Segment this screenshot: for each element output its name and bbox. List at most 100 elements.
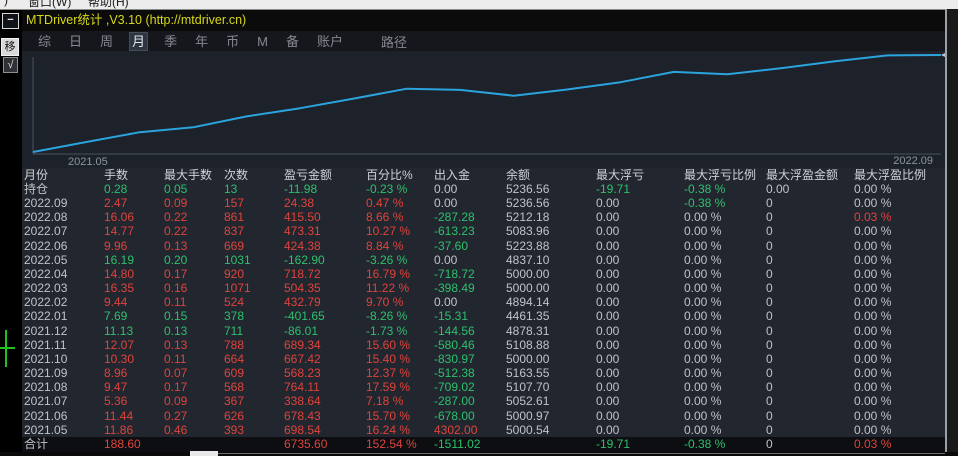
cell: 0.00 % bbox=[854, 182, 945, 196]
axis-label-start: 2021.05 bbox=[68, 156, 108, 168]
cell: -830.97 bbox=[434, 352, 506, 366]
cell: 0.00 % bbox=[684, 224, 766, 238]
table-row[interactable]: 2021.1112.070.13788689.3415.60 %-580.465… bbox=[22, 338, 945, 352]
equity-chart[interactable]: 2021.05 2022.09 bbox=[22, 51, 945, 168]
cell: 0.00 % bbox=[854, 352, 945, 366]
cell: 0.00 % bbox=[684, 380, 766, 394]
cell: 9.47 bbox=[104, 380, 164, 394]
cell: 5107.70 bbox=[506, 380, 596, 394]
column-header: 盈亏金额 bbox=[284, 168, 366, 182]
cell: 0.00 % bbox=[854, 295, 945, 309]
tab-quarter[interactable]: 季 bbox=[162, 33, 179, 50]
menu-item-fragment[interactable]: ) bbox=[4, 0, 8, 7]
cell: 8.66 % bbox=[366, 210, 434, 224]
window-right-border[interactable] bbox=[945, 9, 947, 456]
scrollbar-thumb[interactable] bbox=[190, 451, 218, 456]
cell: 0.00 bbox=[596, 338, 684, 352]
cell: 0.00 % bbox=[684, 324, 766, 338]
cell: -678.00 bbox=[434, 409, 506, 423]
cell: 持仓 bbox=[24, 182, 104, 196]
cell: 0.00 % bbox=[854, 196, 945, 210]
cell: 12.37 % bbox=[366, 366, 434, 380]
table-row[interactable]: 2021.089.470.17568764.1117.59 %-709.0251… bbox=[22, 380, 945, 394]
cell: 0.00 bbox=[596, 366, 684, 380]
cell: 1071 bbox=[224, 281, 284, 295]
cell: 0.13 bbox=[164, 338, 224, 352]
table-row[interactable]: 2022.069.960.13669424.388.84 %-37.605223… bbox=[22, 239, 945, 253]
cell: 11.44 bbox=[104, 409, 164, 423]
table-row[interactable]: 2021.0611.440.27626678.4315.70 %-678.005… bbox=[22, 409, 945, 423]
cell: -613.23 bbox=[434, 224, 506, 238]
cell: 24.38 bbox=[284, 196, 366, 210]
table-row[interactable]: 2021.098.960.07609568.2312.37 %-512.3851… bbox=[22, 366, 945, 380]
cell: 689.34 bbox=[284, 338, 366, 352]
table-row[interactable]: 2022.017.690.15378-401.65-8.26 %-15.3144… bbox=[22, 309, 945, 323]
table-row[interactable]: 2021.1010.300.11664667.4215.40 %-830.975… bbox=[22, 352, 945, 366]
tab-note[interactable]: 备 bbox=[284, 33, 301, 50]
tab-currency[interactable]: 币 bbox=[224, 33, 241, 50]
table-row[interactable]: 2021.1211.130.13711-86.01-1.73 %-144.564… bbox=[22, 324, 945, 338]
cell: 0.00 % bbox=[684, 409, 766, 423]
tab-week[interactable]: 周 bbox=[98, 33, 115, 50]
total-row: 合计188.606735.60152.54 %-1511.02-19.71-0.… bbox=[22, 437, 945, 452]
total-cell: 6735.60 bbox=[284, 437, 366, 452]
cell: 0.00 bbox=[596, 423, 684, 437]
tab-m[interactable]: M bbox=[255, 33, 270, 50]
cell: 0 bbox=[766, 253, 854, 267]
table-row[interactable]: 持仓0.280.0513-11.98-0.23 %0.005236.56-19.… bbox=[22, 182, 945, 196]
minimize-button[interactable]: − bbox=[2, 13, 19, 29]
cell: 8.84 % bbox=[366, 239, 434, 253]
cell: 0.00 bbox=[766, 182, 854, 196]
cell: 9.96 bbox=[104, 239, 164, 253]
cell: 5000.54 bbox=[506, 423, 596, 437]
cell: 424.38 bbox=[284, 239, 366, 253]
cell: -8.26 % bbox=[366, 309, 434, 323]
cell: 338.64 bbox=[284, 394, 366, 408]
cell: 0.00 % bbox=[854, 324, 945, 338]
cell: 393 bbox=[224, 423, 284, 437]
cell: 0 bbox=[766, 394, 854, 408]
table-row[interactable]: 2022.0816.060.22861415.508.66 %-287.2852… bbox=[22, 210, 945, 224]
cell: 2021.10 bbox=[24, 352, 104, 366]
cell: 9.44 bbox=[104, 295, 164, 309]
menu-item-help[interactable]: 帮助(H) bbox=[88, 0, 129, 10]
tab-year[interactable]: 年 bbox=[193, 33, 210, 50]
table-row[interactable]: 2022.092.470.0915724.380.47 %0.005236.56… bbox=[22, 196, 945, 210]
cell: 15.40 % bbox=[366, 352, 434, 366]
equity-curve bbox=[33, 55, 941, 152]
cell: 0.00 % bbox=[684, 253, 766, 267]
cell: 0.22 bbox=[164, 224, 224, 238]
check-button[interactable]: √ bbox=[3, 57, 18, 73]
cell: 2021.12 bbox=[24, 324, 104, 338]
table-row[interactable]: 2022.029.440.11524432.799.70 %0.004894.1… bbox=[22, 295, 945, 309]
table-row[interactable]: 2021.0511.860.46393698.5416.24 %4302.005… bbox=[22, 423, 945, 437]
tab-zong[interactable]: 综 bbox=[36, 33, 53, 50]
path-label[interactable]: 路径 bbox=[381, 32, 407, 51]
cell: 0.00 % bbox=[854, 281, 945, 295]
cell: 0.00 % bbox=[854, 394, 945, 408]
menu-item-window[interactable]: 窗口(W) bbox=[28, 0, 71, 10]
cell: 0.28 bbox=[104, 182, 164, 196]
cell: 524 bbox=[224, 295, 284, 309]
cell: 1031 bbox=[224, 253, 284, 267]
tab-month[interactable]: 月 bbox=[129, 32, 148, 51]
cell: 15.70 % bbox=[366, 409, 434, 423]
tab-day[interactable]: 日 bbox=[67, 33, 84, 50]
cell: 678.43 bbox=[284, 409, 366, 423]
table-row[interactable]: 2022.0714.770.22837473.3110.27 %-613.235… bbox=[22, 224, 945, 238]
cell: 0.03 % bbox=[854, 210, 945, 224]
cell: 0.00 bbox=[596, 253, 684, 267]
cell: 0.00 bbox=[596, 309, 684, 323]
cell: 15.60 % bbox=[366, 338, 434, 352]
tab-account[interactable]: 账户 bbox=[315, 33, 345, 50]
table-row[interactable]: 2022.0516.190.201031-162.90-3.26 %0.0048… bbox=[22, 253, 945, 267]
table-row[interactable]: 2022.0414.800.17920718.7216.79 %-718.725… bbox=[22, 267, 945, 281]
move-button[interactable]: 移 bbox=[1, 38, 19, 56]
cell: 5000.00 bbox=[506, 267, 596, 281]
table-row[interactable]: 2021.075.360.09367338.647.18 %-287.00505… bbox=[22, 394, 945, 408]
cell: 7.18 % bbox=[366, 394, 434, 408]
cell: 0.09 bbox=[164, 394, 224, 408]
cell: 0 bbox=[766, 281, 854, 295]
column-header: 月份 bbox=[24, 168, 104, 182]
table-row[interactable]: 2022.0316.350.161071504.3511.22 %-398.49… bbox=[22, 281, 945, 295]
